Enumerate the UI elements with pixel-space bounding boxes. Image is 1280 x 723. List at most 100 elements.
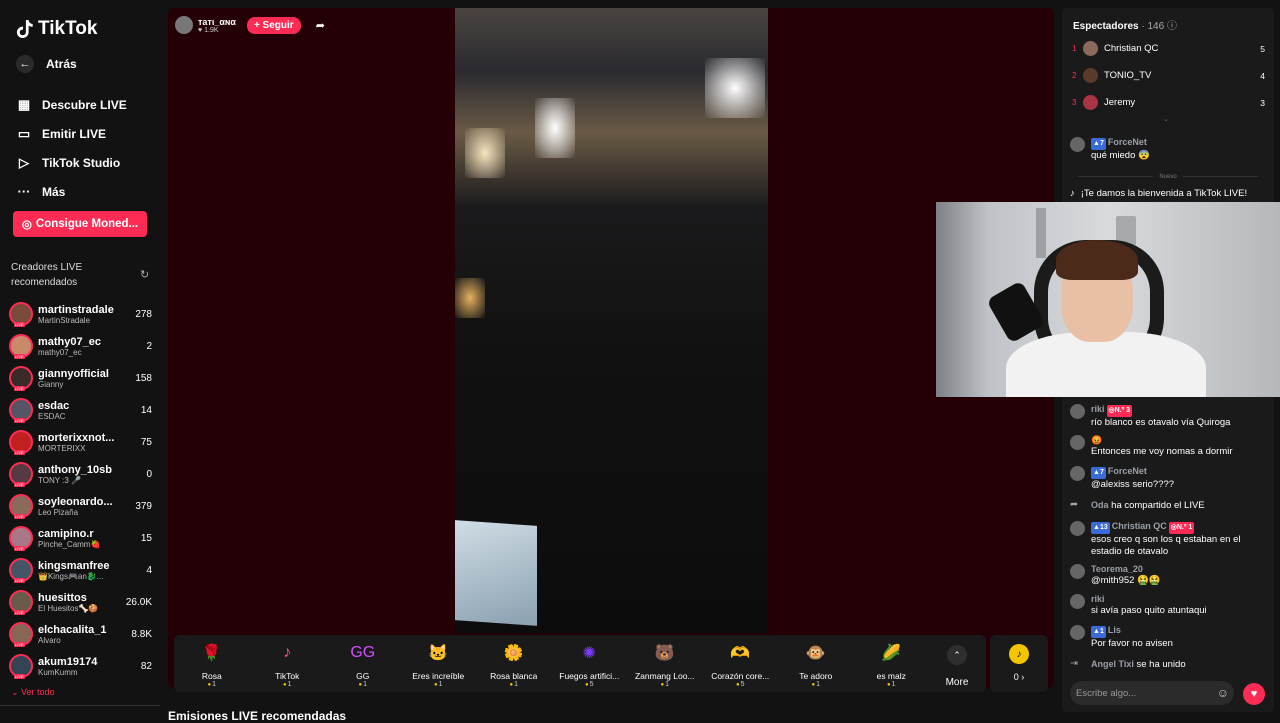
tiktok-logo[interactable]: TikTok xyxy=(16,18,97,40)
live-badge: LIVE xyxy=(14,514,25,519)
viewer-score: 3 xyxy=(1260,97,1265,108)
avatar[interactable] xyxy=(1070,137,1085,152)
avatar: LIVE xyxy=(9,334,33,359)
creator-name: martinstradale xyxy=(38,303,114,316)
gift-name: Eres increíble xyxy=(412,671,465,681)
creator-info: elchacalita_1 Alvaro xyxy=(38,624,120,645)
creator-info: huesittos El Huesitos🦴🍪 xyxy=(38,592,120,613)
creator-nickname: MORTERIXX xyxy=(38,443,86,453)
chat-user[interactable]: riki ◎N.º 3 xyxy=(1091,403,1230,417)
info-icon[interactable]: ⓘ xyxy=(1167,21,1177,32)
chat-user[interactable]: ▲13 Christian QC ◎N.º 1 xyxy=(1091,520,1270,534)
chat-user[interactable]: ▲1 Lis xyxy=(1091,624,1173,638)
arrow-left-icon: ← xyxy=(16,55,34,73)
creator-item[interactable]: LIVE giannyofficial Gianny 158 xyxy=(9,362,152,394)
creator-item[interactable]: LIVE kingsmanfree 👑Kings🎮an🐉... 4 xyxy=(9,554,152,586)
chat-username[interactable]: Oda xyxy=(1091,500,1109,510)
chat-username[interactable]: riki xyxy=(1091,593,1207,605)
welcome-message: ♪ ¡Te damos la bienvenida a TikTok LIVE! xyxy=(1070,188,1270,200)
webcam-trophy xyxy=(1036,208,1046,258)
creator-nickname: Alvaro xyxy=(38,635,61,645)
chevron-up-icon: ⌃ xyxy=(947,645,967,665)
creator-item[interactable]: LIVE anthony_10sb TONY :3 🎤 0 xyxy=(9,458,152,490)
more-gifts-button[interactable]: ⌃ More xyxy=(929,635,985,692)
top-viewer-row[interactable]: 1 Christian QC 5 xyxy=(1072,35,1265,62)
gift-item[interactable]: 🐻 Zanmang Loo...1 xyxy=(627,635,703,692)
chevron-down-icon[interactable]: ⌄ xyxy=(1163,115,1169,123)
gift-item[interactable]: 🫶 Corazón core...5 xyxy=(703,635,779,692)
gift-item[interactable]: ♪ TikTok1 xyxy=(250,635,326,692)
creator-item[interactable]: LIVE martinstradale MartinStradale 278 xyxy=(9,298,152,330)
viewer-name: Jeremy xyxy=(1104,97,1136,108)
level-badge: ▲13 xyxy=(1091,522,1110,534)
creator-info: akum19174 KumKumm xyxy=(38,656,120,677)
nav-more[interactable]: ··· Más xyxy=(16,177,127,206)
creator-name: camipino.r xyxy=(38,527,94,540)
creator-viewer-count: 14 xyxy=(140,404,152,416)
chat-message: ▲1 Lis Por favor no avisen xyxy=(1070,624,1270,650)
top-viewer-row[interactable]: 2 TONIO_TV 4 xyxy=(1072,62,1265,89)
level-value: 7 xyxy=(1099,469,1104,476)
avatar[interactable] xyxy=(1070,564,1085,579)
live-badge: LIVE xyxy=(14,578,25,583)
gift-item[interactable]: ✺ Fuegos artifici...5 xyxy=(552,635,628,692)
creator-info: giannyofficial Gianny xyxy=(38,368,120,389)
creator-nickname: 👑Kings🎮an🐉... xyxy=(38,571,104,581)
see-all-link[interactable]: ⌄ Ver todo xyxy=(11,687,55,698)
level-badge: ▲7 xyxy=(1091,138,1106,150)
creator-item[interactable]: LIVE mathy07_ec mathy07_ec 2 xyxy=(9,330,152,362)
back-button[interactable]: ← Atrás xyxy=(16,55,77,73)
creator-viewer-count: 278 xyxy=(135,308,152,320)
host-avatar[interactable] xyxy=(175,16,193,34)
sidebar-nav: ▦ Descubre LIVE ▭ Emitir LIVE ▷ TikTok S… xyxy=(16,90,127,206)
gift-name: Te adoro xyxy=(799,671,833,681)
avatar[interactable] xyxy=(1070,435,1085,450)
gift-icon: 🐻 xyxy=(654,645,675,662)
creator-item[interactable]: LIVE huesittos El Huesitos🦴🍪 26.0K xyxy=(9,586,152,618)
avatar[interactable] xyxy=(1070,594,1085,609)
recommended-lives-heading: Emisiones LIVE recomendadas xyxy=(168,709,347,723)
creator-nickname: mathy07_ec xyxy=(38,347,82,357)
wallet-button[interactable]: ♪ 0 › xyxy=(990,635,1048,692)
refresh-icon[interactable]: ↻ xyxy=(140,268,149,281)
gift-item[interactable]: 🐱 Eres increíble1 xyxy=(401,635,477,692)
gift-item[interactable]: 🌹 Rosa1 xyxy=(174,635,250,692)
webcam-person-hair xyxy=(1056,240,1138,280)
creator-item[interactable]: LIVE elchacalita_1 Alvaro 8.8K xyxy=(9,618,152,650)
gift-item[interactable]: 🌼 Rosa blanca1 xyxy=(476,635,552,692)
get-coins-button[interactable]: ◎ Consigue Moned... xyxy=(13,211,147,237)
chat-input[interactable]: Escribe algo... ☺ xyxy=(1070,681,1234,705)
avatar[interactable] xyxy=(1070,521,1085,536)
creator-item[interactable]: LIVE morterixxnot... MORTERIXX 75 xyxy=(9,426,152,458)
gift-item[interactable]: 🌽 es malz1 xyxy=(854,635,930,692)
chat-user[interactable]: ▲7 ForceNet xyxy=(1091,136,1150,150)
join-notice: ⇥ Angel Tixi se ha unido xyxy=(1070,658,1270,671)
gift-price: 1 xyxy=(207,681,216,688)
rank-value: N.º 3 xyxy=(1114,407,1131,414)
live-video[interactable] xyxy=(455,8,768,633)
nav-go-live[interactable]: ▭ Emitir LIVE xyxy=(16,119,127,148)
heart-icon[interactable]: ♥ xyxy=(1243,683,1265,705)
creator-viewer-count: 8.8K xyxy=(131,628,152,640)
gift-name: Zanmang Loo... xyxy=(634,671,695,681)
host-name[interactable]: тaтι_αɴα xyxy=(198,17,236,27)
creator-item[interactable]: LIVE esdac ESDAC 14 xyxy=(9,394,152,426)
chat-username[interactable]: 😡 xyxy=(1091,434,1233,446)
chat-username[interactable]: Teorema_20 xyxy=(1091,563,1161,575)
creator-item[interactable]: LIVE camipino.r Pinche_Camm🍓 15 xyxy=(9,522,152,554)
chat-user[interactable]: ▲7 ForceNet xyxy=(1091,465,1174,479)
gift-item[interactable]: GGGG1 xyxy=(325,635,401,692)
nav-discover-live[interactable]: ▦ Descubre LIVE xyxy=(16,90,127,119)
avatar[interactable] xyxy=(1070,625,1085,640)
follow-button[interactable]: + Seguir xyxy=(246,16,301,34)
avatar[interactable] xyxy=(1070,466,1085,481)
chat-username[interactable]: Angel Tixi xyxy=(1091,659,1134,669)
top-viewer-row[interactable]: 3 Jeremy 3 xyxy=(1072,89,1265,116)
share-icon[interactable]: ➦ xyxy=(316,19,325,32)
avatar[interactable] xyxy=(1070,404,1085,419)
nav-tiktok-studio[interactable]: ▷ TikTok Studio xyxy=(16,148,127,177)
emoji-icon[interactable]: ☺ xyxy=(1217,686,1229,700)
creator-item[interactable]: LIVE soyleonardo... Leo Pizaña 379 xyxy=(9,490,152,522)
creator-item[interactable]: LIVE akum19174 KumKumm 82 xyxy=(9,650,152,682)
gift-item[interactable]: 🐵 Te adoro1 xyxy=(778,635,854,692)
